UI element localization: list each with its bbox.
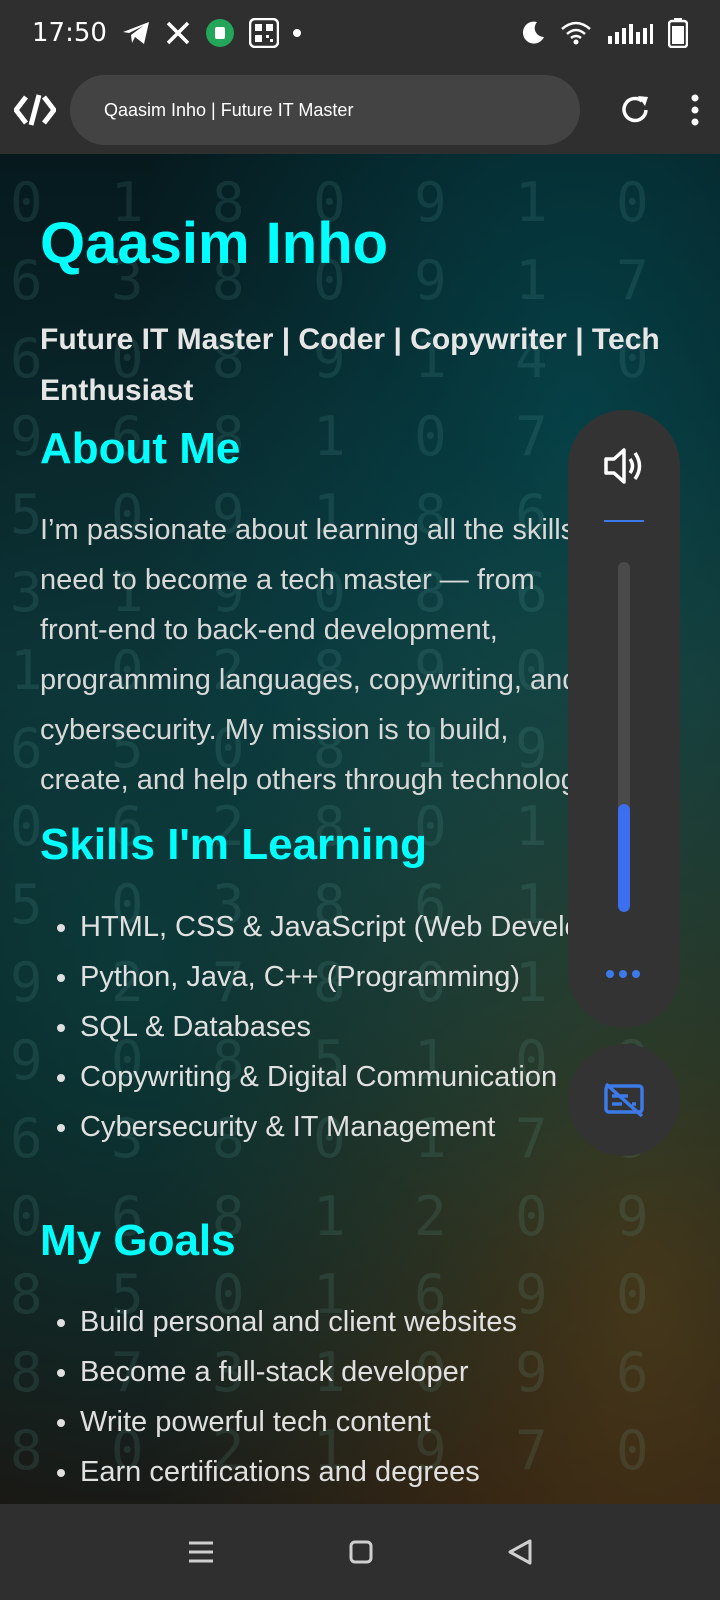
list-item: Build personal and client websites: [80, 1297, 680, 1347]
app-icon: [205, 18, 235, 48]
skills-heading: Skills I'm Learning: [40, 820, 428, 869]
list-item: Become a full-stack developer: [80, 1347, 680, 1397]
speaker-icon[interactable]: [602, 446, 646, 486]
notification-dot: [292, 29, 301, 37]
signal-icon: [606, 20, 654, 46]
list-item: Earn certifications and degrees: [80, 1447, 680, 1497]
volume-panel[interactable]: [568, 410, 680, 1028]
goals-list: Build personal and client websites Becom…: [40, 1297, 680, 1497]
about-heading: About Me: [40, 424, 241, 473]
page-title: Qaasim Inho: [40, 211, 389, 276]
volume-slider[interactable]: [618, 562, 630, 912]
page-tagline: Future IT Master | Coder | Copywriter | …: [40, 323, 660, 407]
qr-icon: [248, 18, 279, 48]
status-bar: 17:50: [0, 0, 720, 66]
volume-more-options[interactable]: [606, 970, 640, 978]
more-dots-icon: [606, 970, 614, 978]
goals-heading: My Goals: [40, 1216, 236, 1265]
live-caption-button[interactable]: [568, 1044, 680, 1156]
battery-icon: [668, 18, 688, 48]
back-icon[interactable]: [507, 1538, 533, 1566]
address-bar[interactable]: Qaasim Inho | Future IT Master: [70, 75, 580, 145]
recents-menu-icon[interactable]: [187, 1540, 215, 1564]
wifi-icon: [560, 20, 592, 46]
about-paragraph: I’m passionate about learning all the sk…: [40, 514, 598, 796]
browser-toolbar: Qaasim Inho | Future IT Master: [0, 66, 720, 154]
moon-icon: [520, 20, 546, 46]
telegram-icon: [121, 20, 151, 46]
site-logo-icon[interactable]: [14, 93, 56, 127]
x-icon: [165, 20, 191, 46]
volume-level: [618, 803, 630, 912]
captions-off-icon: [602, 1080, 646, 1120]
status-time: 17:50: [32, 18, 107, 48]
volume-divider: [604, 520, 644, 522]
system-nav-bar: [0, 1504, 720, 1600]
url-title: Qaasim Inho | Future IT Master: [104, 99, 354, 120]
reload-icon[interactable]: [618, 93, 652, 127]
more-menu-icon[interactable]: [690, 93, 700, 127]
list-item: Write powerful tech content: [80, 1397, 680, 1447]
home-icon[interactable]: [348, 1539, 374, 1565]
